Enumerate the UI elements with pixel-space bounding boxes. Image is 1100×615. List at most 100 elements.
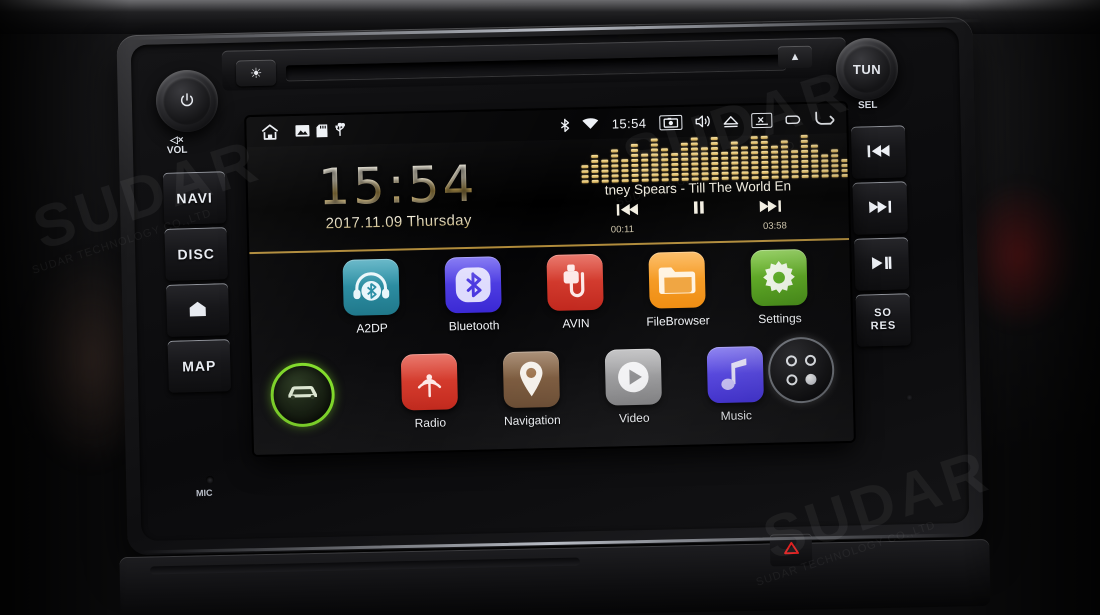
equalizer-dot: [771, 170, 779, 174]
next-icon[interactable]: [759, 199, 781, 217]
equalizer-dot: [671, 172, 679, 177]
equalizer-dot: [631, 158, 639, 163]
disc-button[interactable]: DISC: [164, 227, 228, 281]
equalizer-dot: [591, 154, 599, 158]
equalizer-dot: [801, 149, 809, 154]
equalizer-dot: [690, 142, 698, 146]
app-radio[interactable]: Radio: [392, 353, 468, 431]
equalizer-dot: [761, 160, 769, 164]
equalizer-column: [740, 146, 749, 180]
equalizer-dot: [811, 154, 819, 158]
eject-icon: ▲: [789, 50, 801, 64]
power-volume-knob[interactable]: [156, 70, 218, 132]
equalizer-dot: [691, 167, 699, 171]
eject-button[interactable]: ▲: [777, 45, 813, 69]
reset-hole[interactable]: [906, 394, 913, 401]
eject-icon[interactable]: [723, 114, 739, 127]
previous-icon[interactable]: [616, 202, 638, 220]
equalizer-dot: [621, 174, 629, 178]
screenshot-icon[interactable]: [659, 114, 683, 130]
app-video[interactable]: Video: [596, 348, 672, 426]
equalizer-dot: [751, 151, 759, 155]
equalizer-dot: [651, 153, 659, 157]
equalizer-dot: [761, 165, 769, 169]
equalizer-dot: [811, 159, 819, 163]
equalizer-dot: [750, 146, 758, 150]
music-widget[interactable]: tney Spears - Till The World En 00:11 03…: [547, 126, 854, 243]
equalizer-dot: [701, 167, 709, 171]
tune-knob[interactable]: TUN: [836, 38, 898, 100]
tune-label: TUN: [852, 61, 882, 77]
equalizer-column: [791, 150, 799, 179]
app-label: FileBrowser: [646, 313, 710, 329]
app-avin[interactable]: AVIN: [537, 253, 613, 332]
equalizer-dot: [691, 172, 699, 176]
equalizer-dot: [841, 168, 849, 173]
equalizer-dot: [591, 164, 599, 168]
folder-icon: [648, 251, 706, 309]
touchscreen-display[interactable]: 15:54 15:54 2017.11.09 Thursday tney Spe…: [246, 102, 854, 456]
equalizer-dot: [821, 154, 829, 158]
equalizer-dot: [841, 158, 849, 163]
map-pin-icon: [502, 350, 561, 409]
app-label: AVIN: [562, 316, 590, 331]
right-button-column: SO RES: [850, 125, 912, 350]
map-button[interactable]: MAP: [167, 339, 232, 393]
previous-track-button[interactable]: [850, 125, 907, 179]
app-filebrowser[interactable]: FileBrowser: [639, 251, 715, 329]
volume-icon[interactable]: [695, 114, 710, 128]
pause-icon[interactable]: [692, 200, 705, 218]
equalizer-dot: [611, 154, 619, 158]
recents-icon[interactable]: [785, 114, 801, 125]
sound-restore-button[interactable]: SO RES: [855, 293, 912, 347]
equalizer-dot: [680, 147, 689, 151]
equalizer-dot: [771, 155, 779, 159]
app-music[interactable]: Music: [698, 346, 774, 424]
equalizer-column: [621, 159, 629, 183]
clock-widget[interactable]: 15:54 2017.11.09 Thursday: [247, 140, 549, 250]
car-icon: [285, 381, 320, 409]
home-icon[interactable]: [260, 123, 279, 140]
vol-text: VOL: [166, 144, 188, 157]
equalizer-dot: [701, 172, 709, 176]
app-settings[interactable]: Settings: [741, 248, 817, 327]
navi-button[interactable]: NAVI: [162, 171, 227, 225]
car-info-button[interactable]: [269, 362, 336, 428]
equalizer-dot: [681, 162, 689, 166]
equalizer-dot: [671, 162, 679, 167]
equalizer-dot: [711, 157, 719, 161]
equalizer-column: [800, 134, 809, 179]
equalizer-dot: [770, 145, 778, 149]
app-a2dp[interactable]: A2DP: [333, 258, 409, 336]
equalizer-dot: [800, 139, 808, 144]
equalizer-dot: [751, 156, 759, 160]
equalizer-dot: [660, 148, 669, 152]
equalizer-dot: [691, 157, 699, 161]
home-hard-button[interactable]: [166, 283, 230, 337]
next-track-button[interactable]: [852, 181, 908, 235]
equalizer-dot: [831, 149, 839, 153]
equalizer-dot: [651, 158, 659, 162]
brightness-button[interactable]: ☀: [235, 59, 277, 87]
equalizer-dot: [680, 142, 688, 146]
play-pause-button[interactable]: [854, 237, 910, 291]
equalizer-dot: [741, 166, 749, 170]
close-window-icon[interactable]: [751, 112, 773, 128]
previous-icon: [867, 143, 890, 161]
brightness-icon: ☀: [249, 64, 263, 81]
equalizer-dot: [791, 160, 799, 164]
equalizer-dot: [721, 171, 729, 175]
equalizer-column: [610, 149, 619, 183]
equalizer-dot: [781, 170, 789, 174]
equalizer-dot: [681, 167, 689, 171]
app-drawer-button[interactable]: [767, 336, 835, 404]
music-time-row: 00:11 03:58: [549, 219, 849, 237]
back-icon[interactable]: [814, 110, 835, 126]
app-grid: A2DP Bluetooth AVIN FileBrowser Settings…: [249, 239, 854, 456]
app-navigation[interactable]: Navigation: [494, 350, 570, 429]
app-bluetooth[interactable]: Bluetooth: [435, 256, 511, 334]
equalizer-dot: [651, 168, 659, 172]
elapsed-time: 00:11: [610, 224, 635, 236]
power-icon: [179, 92, 195, 111]
equalizer-column: [581, 165, 589, 184]
